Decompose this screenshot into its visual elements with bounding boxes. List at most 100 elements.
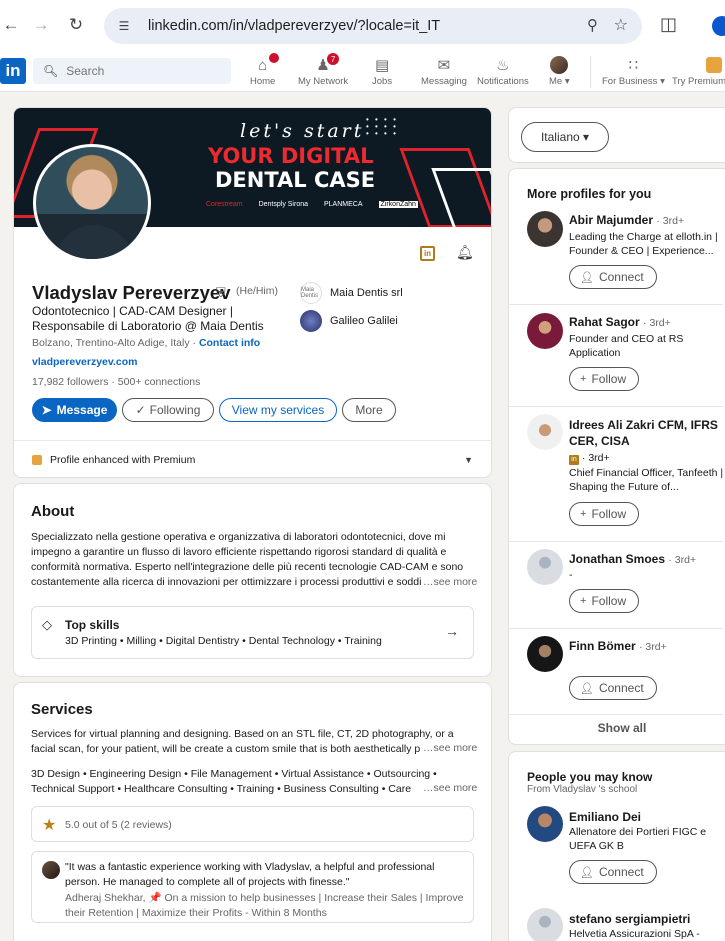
browser-profile-avatar[interactable] bbox=[712, 16, 725, 36]
premium-li-icon[interactable]: in bbox=[420, 246, 435, 261]
nav-jobs[interactable]: ▤ Jobs bbox=[372, 56, 392, 87]
following-button[interactable]: ✓ Following bbox=[122, 398, 214, 422]
following-label: Following bbox=[149, 403, 201, 417]
degree-text: · 3rd+ bbox=[639, 641, 667, 653]
profile-name[interactable]: stefano sergiampietri bbox=[569, 912, 690, 926]
top-skills-list: 3D Printing • Milling • Digital Dentistr… bbox=[65, 635, 382, 647]
profile-name[interactable]: Jonathan Smoes · 3rd+ bbox=[569, 552, 696, 566]
about-see-more[interactable]: …see more bbox=[421, 576, 478, 588]
divider bbox=[509, 628, 723, 629]
profile-avatar[interactable] bbox=[527, 549, 563, 585]
plus-icon: + bbox=[580, 595, 587, 607]
show-all-button[interactable]: Show all bbox=[509, 721, 725, 735]
language-card: Italiano ▾ bbox=[508, 107, 725, 163]
premium-icon bbox=[706, 57, 722, 73]
reload-icon[interactable]: ↻ bbox=[65, 14, 87, 36]
nav-my-network[interactable]: ♟ 7 My Network bbox=[298, 53, 349, 87]
language-selector[interactable]: Italiano ▾ bbox=[521, 122, 609, 152]
nav-notifications[interactable]: ♨ Notifications bbox=[477, 56, 529, 87]
profile-photo[interactable] bbox=[33, 144, 151, 262]
profile-name[interactable]: Finn Bömer · 3rd+ bbox=[569, 639, 667, 653]
chevron-down-icon[interactable]: ▼ bbox=[464, 455, 473, 465]
more-button[interactable]: More bbox=[342, 398, 396, 422]
about-text-block: Specializzato nella gestione operativa e… bbox=[31, 530, 475, 590]
website-link[interactable]: vladpereverzyev.com bbox=[32, 356, 137, 368]
profile-name[interactable]: Abir Majumder · 3rd+ bbox=[569, 213, 684, 227]
divider bbox=[509, 304, 723, 305]
nav-for-business[interactable]: ∷ For Business ▾ bbox=[602, 56, 665, 87]
follow-label: Follow bbox=[591, 372, 627, 386]
nav-me[interactable]: Me ▾ bbox=[549, 56, 570, 87]
search-box[interactable]: 🔍︎ bbox=[33, 58, 231, 84]
url-text[interactable]: linkedin.com/in/vladpereverzyev/?locale=… bbox=[148, 18, 440, 34]
message-button[interactable]: ➤ Message bbox=[32, 398, 117, 422]
site-settings-icon[interactable]: ☰ bbox=[114, 16, 134, 36]
org-galileo-galilei[interactable]: Galileo Galilei bbox=[300, 310, 398, 332]
arrow-right-icon[interactable]: → bbox=[445, 623, 459, 639]
profile-name[interactable]: Idrees Ali Zakri CFM, IFRS CER, CISA bbox=[569, 417, 724, 449]
send-icon: ➤ bbox=[41, 403, 52, 417]
services-list: 3D Design • Engineering Design • File Ma… bbox=[31, 768, 437, 795]
profile-headline: Founder and CEO at RS Application bbox=[569, 333, 684, 359]
search-input[interactable] bbox=[66, 64, 217, 78]
profile-name[interactable]: Emiliano Dei bbox=[569, 810, 641, 824]
profile-name[interactable]: Rahat Sagor · 3rd+ bbox=[569, 315, 671, 329]
nav-try-premium[interactable]: Try Premium bbox=[672, 56, 725, 87]
sponsor-logo: Corestream bbox=[206, 201, 243, 208]
contact-info-link[interactable]: Contact info bbox=[199, 337, 260, 349]
connect-button[interactable]: 👤︎ Connect bbox=[569, 265, 657, 289]
org-name: Galileo Galilei bbox=[330, 315, 398, 327]
plus-icon: + bbox=[580, 508, 587, 520]
follow-button[interactable]: + Follow bbox=[569, 502, 640, 526]
name-text: Rahat Sagor bbox=[569, 315, 640, 329]
nav-messaging[interactable]: ✉ Messaging bbox=[421, 56, 467, 87]
view-services-button[interactable]: View my services bbox=[219, 398, 337, 422]
sponsor-logo: ZirkonZahn bbox=[378, 201, 418, 208]
follow-button[interactable]: + Follow bbox=[569, 589, 640, 613]
bookmark-star-icon[interactable]: ☆ bbox=[614, 15, 628, 35]
bell-icon[interactable]: 🔔︎ bbox=[456, 244, 474, 261]
profile-avatar[interactable] bbox=[527, 211, 563, 247]
review-quote: "It was a fantastic experience working w… bbox=[65, 861, 435, 888]
pymk-subtitle: From Vladyslav 's school bbox=[527, 784, 638, 795]
services-text-block: Services for virtual planning and design… bbox=[31, 727, 475, 757]
profile-avatar[interactable] bbox=[527, 414, 563, 450]
nav-business-label: For Business ▾ bbox=[602, 76, 665, 87]
connect-button[interactable]: 👤︎ Connect bbox=[569, 676, 657, 700]
messaging-icon: ✉ bbox=[437, 57, 451, 74]
review-box[interactable]: "It was a fantastic experience working w… bbox=[31, 851, 474, 923]
reviewer-avatar bbox=[42, 861, 60, 879]
connect-button[interactable]: 👤︎ Connect bbox=[569, 860, 657, 884]
profile-location: Bolzano, Trentino-Alto Adige, Italy · bbox=[32, 337, 199, 349]
star-icon: ★ bbox=[42, 817, 57, 834]
follow-button[interactable]: + Follow bbox=[569, 367, 640, 391]
follow-label: Follow bbox=[591, 594, 627, 608]
services-see-more[interactable]: …see more bbox=[421, 742, 478, 754]
premium-enhanced-row[interactable]: Profile enhanced with Premium ▼ bbox=[14, 440, 491, 477]
extensions-icon[interactable]: ◫ bbox=[660, 14, 677, 35]
profile-headline: - bbox=[569, 569, 573, 581]
profile-stats[interactable]: 17,982 followers · 500+ connections bbox=[32, 376, 200, 388]
zoom-icon[interactable]: ⚲ bbox=[587, 16, 598, 34]
top-skills-box[interactable]: ◇ Top skills 3D Printing • Milling • Dig… bbox=[31, 606, 474, 659]
profile-avatar[interactable] bbox=[527, 313, 563, 349]
nav-home-label: Home bbox=[250, 76, 276, 87]
profile-avatar[interactable] bbox=[527, 636, 563, 672]
rating-box[interactable]: ★ 5.0 out of 5 (2 reviews) bbox=[31, 806, 474, 842]
address-bar[interactable]: ☰ linkedin.com/in/vladpereverzyev/?local… bbox=[104, 8, 642, 44]
forward-icon[interactable]: → bbox=[30, 14, 52, 36]
diamond-icon: ◇ bbox=[42, 617, 52, 632]
degree-text: · 3rd+ bbox=[656, 215, 685, 227]
profile-avatar[interactable] bbox=[527, 806, 563, 842]
nav-home[interactable]: ⌂ Home bbox=[250, 53, 279, 87]
nav-network-label: My Network bbox=[298, 76, 349, 87]
org-maia-dentis[interactable]: Maia Dentis Maia Dentis srl bbox=[300, 282, 403, 304]
follow-label: Follow bbox=[591, 507, 627, 521]
back-icon[interactable]: ← bbox=[0, 14, 22, 36]
services-list-see-more[interactable]: …see more bbox=[421, 782, 478, 794]
linkedin-logo[interactable]: in bbox=[0, 58, 26, 84]
galileo-logo bbox=[300, 310, 322, 332]
profile-avatar[interactable] bbox=[527, 908, 563, 941]
verified-shield-icon[interactable]: ⛨ bbox=[216, 285, 226, 301]
divider bbox=[509, 714, 723, 715]
